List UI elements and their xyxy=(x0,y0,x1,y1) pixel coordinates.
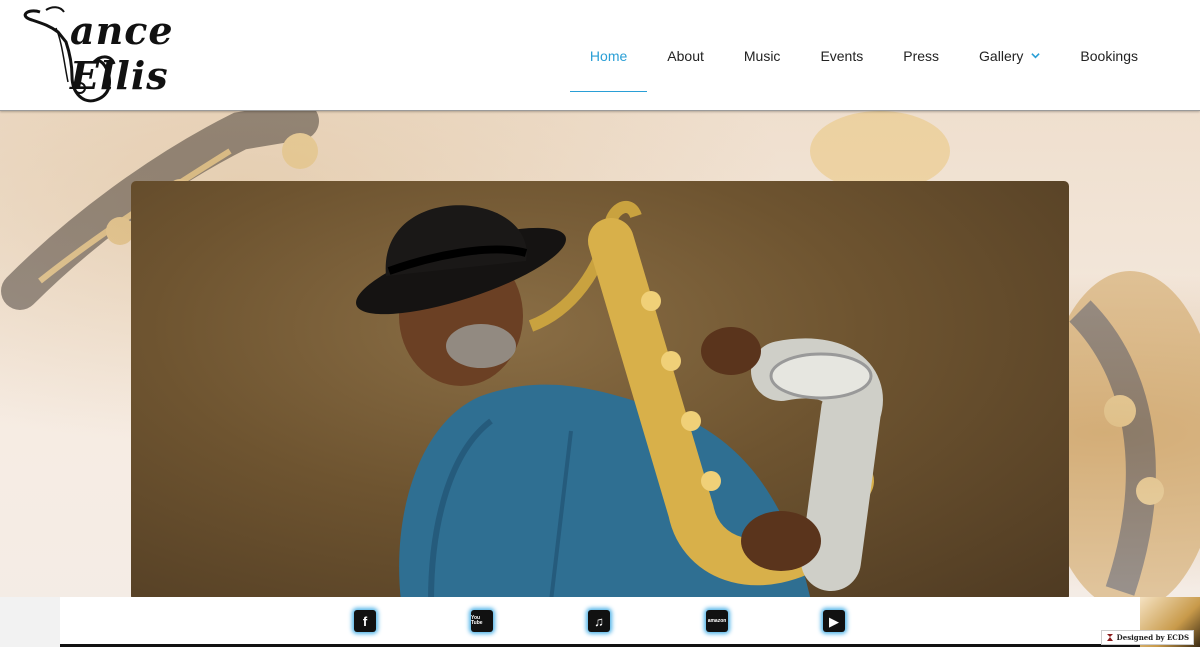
site-logo[interactable]: ance Ellis xyxy=(10,2,260,107)
nav-bookings-label: Bookings xyxy=(1080,47,1138,64)
brand-name: ance Ellis xyxy=(70,8,174,98)
nav-music-label: Music xyxy=(743,47,781,64)
nav-events[interactable]: Events xyxy=(800,20,883,92)
designer-credit[interactable]: Designed by ECDS xyxy=(1100,630,1194,645)
hero-photo xyxy=(131,181,1069,601)
nav-events-label: Events xyxy=(820,47,864,64)
designer-credit-text: Designed by ECDS xyxy=(1116,633,1189,642)
chevron-down-icon xyxy=(1031,53,1041,59)
amazon-link[interactable]: amazon xyxy=(706,610,728,632)
youtube-icon: You Tube xyxy=(471,615,483,626)
nav-press[interactable]: Press xyxy=(883,20,959,92)
facebook-icon: f xyxy=(362,613,368,629)
music-note-icon: ♫ xyxy=(594,613,604,629)
nav-home-label: Home xyxy=(589,47,628,64)
nav-gallery[interactable]: Gallery xyxy=(959,20,1060,92)
youtube-link[interactable]: You Tube xyxy=(471,610,493,632)
site-header: ance Ellis Home About Music Events Press… xyxy=(0,0,1200,111)
facebook-link[interactable]: f xyxy=(354,610,376,632)
amazon-icon: amazon xyxy=(707,617,727,624)
nav-music[interactable]: Music xyxy=(724,20,801,92)
social-bar: f You Tube ♫ amazon ▶ xyxy=(60,597,1140,647)
nav-press-label: Press xyxy=(903,47,940,64)
nav-home[interactable]: Home xyxy=(569,20,648,92)
nav-bookings[interactable]: Bookings xyxy=(1060,20,1158,92)
itunes-link[interactable]: ♫ xyxy=(588,610,610,632)
footer-left-panel xyxy=(0,597,60,647)
saxophonist-photo xyxy=(356,201,883,601)
main-nav: Home About Music Events Press Gallery Bo… xyxy=(569,0,1158,111)
nav-gallery-label: Gallery xyxy=(979,47,1024,64)
google-play-link[interactable]: ▶ xyxy=(823,610,845,632)
nav-about-label: About xyxy=(667,47,704,64)
play-icon: ▶ xyxy=(829,613,839,629)
nav-about[interactable]: About xyxy=(647,20,724,92)
ecds-logo-icon xyxy=(1106,634,1113,641)
